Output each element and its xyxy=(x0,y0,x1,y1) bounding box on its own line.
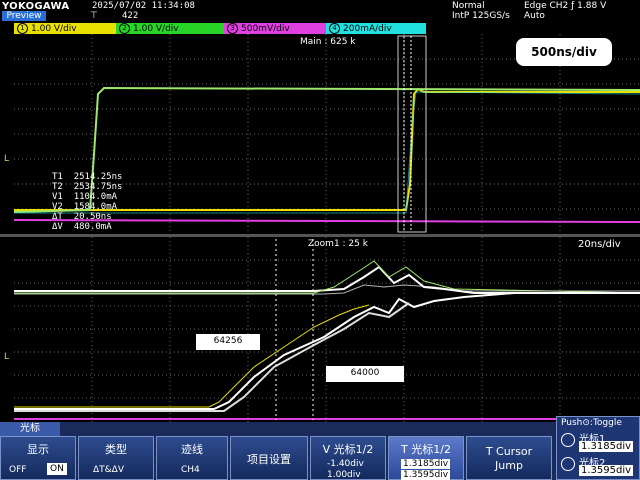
channel-3-number: 3 xyxy=(227,23,238,34)
t-cursor-1: 1.3185div xyxy=(401,459,451,469)
trigger-mode: Normal xyxy=(452,1,485,11)
trace-title: 迹线 xyxy=(181,443,203,456)
cursor1-value: 1.3185div xyxy=(579,441,634,452)
t-cursor-jump-softkey[interactable]: T Cursor Jump xyxy=(466,436,552,480)
t-cursor-jump-title: T Cursor xyxy=(485,445,533,458)
acquisition-mode: Auto xyxy=(524,11,545,21)
zoom-window-title: Zoom1 : 25 k xyxy=(308,239,368,249)
zoom-waveform-plot xyxy=(14,237,640,422)
trigger-setting: Edge CH2 ƒ 1.88 V xyxy=(524,1,607,11)
v-cursor-softkey[interactable]: V 光标1/2 -1.40div 1.00div xyxy=(310,436,386,480)
zoom-timebase: 20ns/div xyxy=(578,239,621,250)
cursor-menu-tab[interactable]: 光标 xyxy=(0,422,60,436)
readout-t2-value: 2534.75ns xyxy=(73,182,123,192)
annotation-64256: 64256 xyxy=(196,334,260,350)
zoom-waveform-window[interactable] xyxy=(14,237,640,422)
trigger-icon: ⊤ xyxy=(90,11,98,21)
channel-3-scale-text: 500mV/div xyxy=(241,24,290,34)
timebase-badge: 500ns/div xyxy=(516,38,612,66)
display-on: ON xyxy=(47,463,67,475)
cursor2-value: 1.3595div xyxy=(579,465,634,476)
display-softkey[interactable]: 显示 OFF ON xyxy=(0,436,76,480)
readout-v1-value: 1104.0mA xyxy=(73,192,118,202)
cursor-readout: T1 2514.25ns T2 2534.75ns V1 1104.0mA V2… xyxy=(52,172,122,232)
main-window-title: Main : 625 k xyxy=(300,37,356,47)
knob-icon xyxy=(561,433,575,447)
channel-4-scale[interactable]: 4 200mA/div xyxy=(326,23,426,34)
channel-2-scale-text: 1.00 V/div xyxy=(133,24,179,34)
channel-1-number: 1 xyxy=(17,23,28,34)
display-title: 显示 xyxy=(27,443,49,456)
ground-marker-main: L xyxy=(4,154,10,164)
t-cursor-softkey[interactable]: T 光标1/2 1.3185div 1.3595div xyxy=(388,436,464,480)
channel-1-scale-text: 1.00 V/div xyxy=(31,24,77,34)
annotation-64000: 64000 xyxy=(326,366,404,382)
readout-v2-label: V2 xyxy=(52,202,63,212)
push-toggle-panel[interactable]: Push⊙:Toggle 光标1 1.3185div 光标2 1.3595div xyxy=(556,416,640,480)
knob-icon xyxy=(561,457,575,471)
acquisition-count: 422 xyxy=(122,11,139,21)
readout-dt-label: ΔT xyxy=(52,212,63,222)
channel-4-scale-text: 200mA/div xyxy=(343,24,392,34)
channel-3-scale[interactable]: 3 500mV/div xyxy=(224,23,326,34)
type-value: ΔT&ΔV xyxy=(93,465,124,475)
type-softkey[interactable]: 类型 ΔT&ΔV xyxy=(78,436,154,480)
items-title: 项目设置 xyxy=(247,453,291,466)
v-cursor-2: 1.00div xyxy=(327,470,361,480)
channel-2-scale[interactable]: 2 1.00 V/div xyxy=(116,23,224,34)
timestamp: 2025/07/02 11:34:08 xyxy=(92,1,195,11)
readout-t1-value: 2514.25ns xyxy=(73,172,123,182)
preview-badge: Preview xyxy=(2,11,46,21)
t-cursor-jump-sub: Jump xyxy=(495,459,523,472)
readout-dv-value: 480.0mA xyxy=(73,222,112,232)
readout-dt-value: 20.50ns xyxy=(73,212,112,222)
sample-rate: IntP 125GS/s xyxy=(452,11,510,21)
readout-t2-label: T2 xyxy=(52,182,63,192)
push-toggle-title: Push⊙:Toggle xyxy=(561,418,622,428)
trace-value: CH4 xyxy=(181,465,200,475)
readout-t1-label: T1 xyxy=(52,172,63,182)
readout-v1-label: V1 xyxy=(52,192,63,202)
t-cursor-title: T 光标1/2 xyxy=(401,443,451,456)
items-softkey[interactable]: 项目设置 xyxy=(230,436,308,480)
channel-4-number: 4 xyxy=(329,23,340,34)
type-title: 类型 xyxy=(105,443,127,456)
v-cursor-title: V 光标1/2 xyxy=(322,443,374,456)
channel-1-scale[interactable]: 1 1.00 V/div xyxy=(14,23,116,34)
trace-softkey[interactable]: 迹线 CH4 xyxy=(156,436,228,480)
display-off: OFF xyxy=(9,465,27,475)
channel-2-number: 2 xyxy=(119,23,130,34)
readout-dv-label: ΔV xyxy=(52,222,63,232)
readout-v2-value: 1584.0mA xyxy=(73,202,118,212)
v-cursor-1: -1.40div xyxy=(327,459,364,469)
t-cursor-2: 1.3595div xyxy=(401,470,451,480)
ground-marker-zoom: L xyxy=(4,352,10,362)
